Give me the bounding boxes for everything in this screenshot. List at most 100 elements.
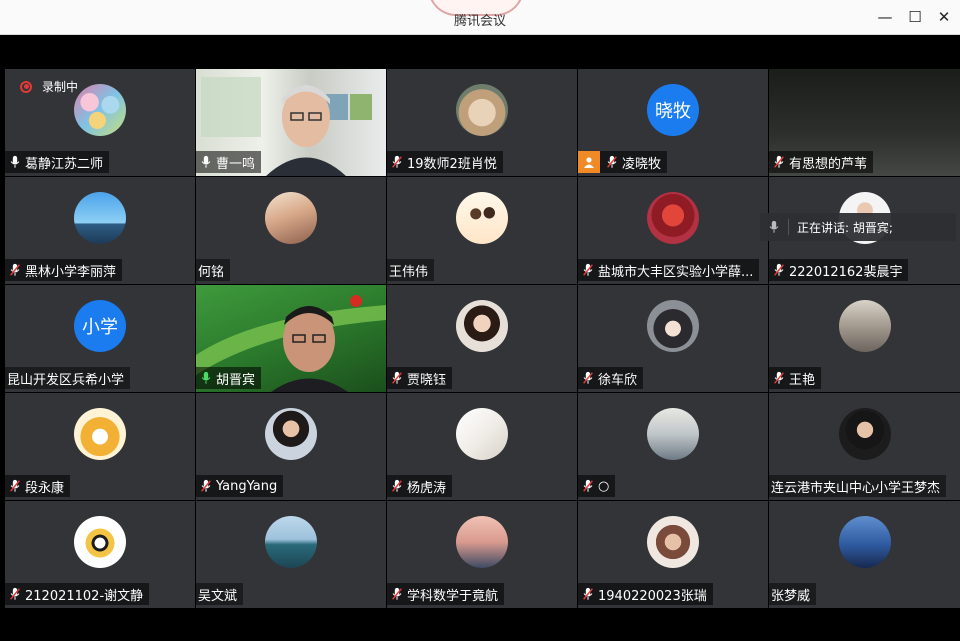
participant-tile[interactable]: 段永康 [5,393,195,500]
avatar [456,516,508,568]
participant-name-bar: 胡晋宾 [196,367,262,389]
avatar [647,192,699,244]
avatar [265,192,317,244]
participant-name-bar: 曹一鸣 [196,151,262,173]
avatar [74,84,126,136]
avatar-initials: 晓牧 [647,84,699,136]
participant-name-bar: 段永康 [5,475,71,497]
participant-tile[interactable]: 212021102-谢文静 [5,501,195,608]
maximize-button[interactable]: ☐ [903,7,927,27]
microphone-muted-icon [582,587,594,601]
participant-name-bar: 19数师2班肖悦 [387,151,503,173]
participant-name: 1940220023张瑞 [598,588,707,604]
participant-tile[interactable]: 黑林小学李丽萍 [5,177,195,284]
participant-tile[interactable]: 有思想的芦苇 [769,69,960,176]
participant-tile[interactable]: 王伟伟 [387,177,577,284]
participant-name: 段永康 [25,480,65,496]
participant-name: 连云港市夹山中心小学王梦杰 [771,480,941,496]
participant-name: 张梦威 [771,588,811,604]
participant-name-bar: 贾晓钰 [387,367,453,389]
participant-name: ○ [598,478,610,494]
participant-tile[interactable]: 张梦威 [769,501,960,608]
microphone-muted-icon [9,479,21,493]
participant-tile[interactable]: 19数师2班肖悦 [387,69,577,176]
record-icon [20,80,32,93]
avatar [456,84,508,136]
participant-name: 222012162裴晨宇 [789,264,903,280]
microphone-icon [200,371,212,385]
title-bar: 腾讯会议 — ☐ ✕ [0,0,960,35]
participant-name: 有思想的芦苇 [789,156,868,172]
speaking-indicator: 正在讲话: 胡晋宾; [760,213,956,241]
participant-name: 曹一鸣 [216,156,256,172]
participant-tile[interactable]: 学科数学于竟航 [387,501,577,608]
participant-name-bar: 学科数学于竟航 [387,583,505,605]
participant-name-bar: 盐城市大丰区实验小学薛... [578,259,760,281]
participant-tile[interactable]: 徐车欣 [578,285,768,392]
participant-name-bar: 吴文斌 [196,583,244,605]
microphone-muted-icon [200,479,212,493]
participant-tile[interactable]: 何铭 [196,177,386,284]
participant-tile[interactable]: 盐城市大丰区实验小学薛... [578,177,768,284]
participant-name-bar: 212021102-谢文静 [5,583,150,605]
participant-name: 何铭 [198,264,225,280]
participant-name-bar: 何铭 [196,259,231,281]
participant-tile[interactable]: YangYang [196,393,386,500]
participant-name-bar: 黑林小学李丽萍 [5,259,123,281]
participant-name-bar: 葛静江苏二师 [5,151,110,173]
minimize-button[interactable]: — [873,7,897,27]
microphone-muted-icon [606,155,618,169]
participant-tile[interactable]: 连云港市夹山中心小学王梦杰 [769,393,960,500]
microphone-muted-icon [391,371,403,385]
participant-name: 王伟伟 [389,264,429,280]
participant-name-bar: 张梦威 [769,583,817,605]
avatar [74,408,126,460]
microphone-muted-icon [582,479,594,493]
participant-tile[interactable]: 小学昆山开发区兵希小学 [5,285,195,392]
window-title: 腾讯会议 [453,14,506,29]
microphone-icon [9,155,21,169]
participant-name: 王艳 [789,372,816,388]
microphone-muted-icon [582,371,594,385]
avatar [74,516,126,568]
participant-tile[interactable]: 1940220023张瑞 [578,501,768,608]
microphone-muted-icon [773,155,785,169]
participant-name-bar: ○ [578,475,616,497]
participant-tile[interactable]: 杨虎涛 [387,393,577,500]
participant-name-bar: 王艳 [769,367,822,389]
speaking-label: 正在讲话: 胡晋宾; [797,220,893,235]
avatar [265,516,317,568]
recording-label: 录制中 [42,80,79,94]
participant-name: 盐城市大丰区实验小学薛... [598,264,754,280]
participant-tile[interactable]: 贾晓钰 [387,285,577,392]
participant-name-bar: 222012162裴晨宇 [769,259,909,281]
participant-tile[interactable]: 晓牧 凌晓牧 [578,69,768,176]
participant-tile[interactable]: 胡晋宾 [196,285,386,392]
divider [788,219,789,235]
participant-name-bar: 连云港市夹山中心小学王梦杰 [769,475,947,497]
microphone-icon [200,155,212,169]
participant-name: 徐车欣 [598,372,638,388]
participant-name-bar: 1940220023张瑞 [578,583,713,605]
participant-name: 胡晋宾 [216,372,256,388]
participant-name: 黑林小学李丽萍 [25,264,117,280]
participant-name: 昆山开发区兵希小学 [7,372,125,388]
participant-name: 吴文斌 [198,588,238,604]
participant-name-bar: 昆山开发区兵希小学 [5,367,131,389]
top-toolbar-area [0,35,960,68]
microphone-muted-icon [9,263,21,277]
participant-tile[interactable]: 曹一鸣 [196,69,386,176]
participant-tile[interactable]: ○ [578,393,768,500]
microphone-muted-icon [773,263,785,277]
bottom-bar [0,609,960,641]
participant-name-bar: 徐车欣 [578,367,644,389]
microphone-icon [769,220,779,233]
avatar [839,408,891,460]
participant-tile[interactable]: 吴文斌 [196,501,386,608]
microphone-muted-icon [391,479,403,493]
close-button[interactable]: ✕ [932,7,956,27]
avatar-initials: 小学 [74,300,126,352]
participant-name: 葛静江苏二师 [25,156,104,172]
participant-tile[interactable]: 王艳 [769,285,960,392]
participant-name-bar: 杨虎涛 [387,475,453,497]
